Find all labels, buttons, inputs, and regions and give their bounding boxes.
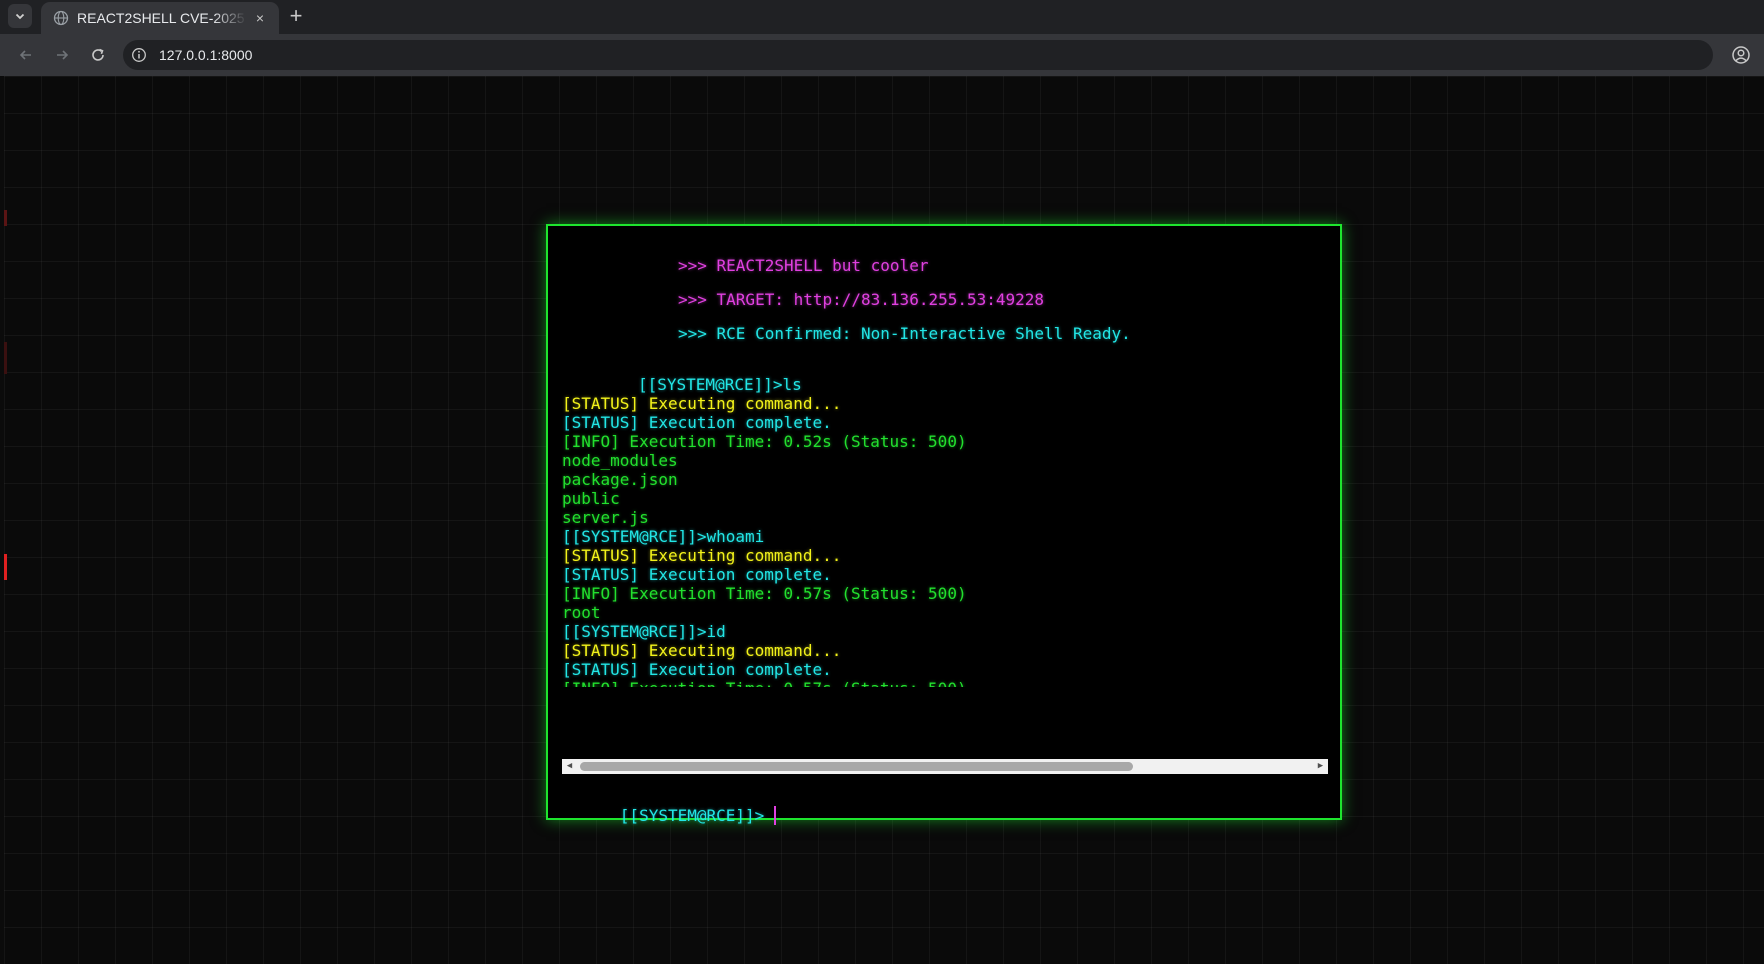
browser-tab[interactable]: REACT2SHELL CVE-2025 × bbox=[41, 2, 279, 34]
scrollbar-thumb[interactable] bbox=[580, 762, 1133, 771]
close-tab-button[interactable]: × bbox=[251, 9, 269, 27]
terminal-line: [[SYSTEM@RCE]]>whoami bbox=[562, 527, 765, 546]
command-input[interactable]: [[SYSTEM@RCE]]> bbox=[562, 783, 777, 825]
terminal-line: public bbox=[562, 489, 620, 508]
terminal-output[interactable]: [[SYSTEM@RCE]]>ls [STATUS] Executing comm… bbox=[562, 375, 1328, 687]
terminal-line: [STATUS] Executing command... bbox=[562, 394, 842, 413]
banner-line: >>> TARGET: http://83.136.255.53:49228 bbox=[678, 290, 1044, 309]
terminal-line: node_modules bbox=[562, 451, 678, 470]
scroll-left-arrow-icon[interactable]: ◀ bbox=[562, 759, 577, 774]
terminal-line: [STATUS] Executing command... bbox=[562, 641, 842, 660]
tab-search-button[interactable] bbox=[8, 4, 32, 28]
account-icon[interactable] bbox=[1731, 43, 1751, 67]
edge-marker bbox=[4, 210, 7, 226]
browser-toolbar: 127.0.0.1:8000 bbox=[0, 34, 1764, 76]
globe-icon bbox=[53, 10, 69, 26]
terminal-line: [STATUS] Execution complete. bbox=[562, 660, 832, 679]
terminal-line: [INFO] Execution Time: 0.57s (Status: 50… bbox=[562, 584, 967, 603]
edge-marker bbox=[4, 554, 7, 580]
terminal-line: [STATUS] Execution complete. bbox=[562, 565, 832, 584]
reload-icon bbox=[92, 48, 104, 61]
terminal-line: [STATUS] Execution complete. bbox=[562, 413, 832, 432]
terminal-line: [[SYSTEM@RCE]]>ls bbox=[638, 375, 802, 394]
terminal-line: root bbox=[562, 603, 601, 622]
terminal-line: server.js bbox=[562, 508, 649, 527]
banner-text: >>> REACT2SHELL but cooler bbox=[678, 256, 929, 275]
edge-marker bbox=[4, 342, 7, 374]
input-prompt: [[SYSTEM@RCE]]> bbox=[619, 806, 765, 825]
text-caret bbox=[774, 806, 777, 825]
tab-strip: REACT2SHELL CVE-2025 × + bbox=[0, 0, 1764, 34]
terminal-line: package.json bbox=[562, 470, 678, 489]
banner-line: >>> RCE Confirmed: Non-Interactive Shell… bbox=[678, 324, 1131, 343]
terminal-line: [STATUS] Executing command... bbox=[562, 546, 842, 565]
new-tab-button[interactable]: + bbox=[284, 5, 308, 29]
arrow-left-icon bbox=[19, 50, 31, 60]
info-icon[interactable] bbox=[131, 47, 147, 63]
tab-title: REACT2SHELL CVE-2025 bbox=[77, 10, 245, 26]
arrow-right-icon bbox=[57, 50, 69, 60]
chevron-down-icon bbox=[15, 13, 25, 20]
terminal-line: [INFO] Execution Time: 0.57s (Status: 50… bbox=[562, 679, 1328, 687]
scroll-right-arrow-icon[interactable]: ▶ bbox=[1313, 759, 1328, 774]
banner-text: >>> TARGET: http://83.136.255.53:49228 bbox=[678, 290, 1045, 309]
url-text[interactable]: 127.0.0.1:8000 bbox=[159, 47, 252, 63]
banner-line: >>> REACT2SHELL but cooler bbox=[678, 256, 928, 275]
reload-button[interactable] bbox=[86, 43, 110, 67]
terminal-line: [INFO] Execution Time: 0.52s (Status: 50… bbox=[562, 432, 967, 451]
address-bar[interactable]: 127.0.0.1:8000 bbox=[123, 40, 1713, 70]
page-background: >>> REACT2SHELL but cooler >>> TARGET: h… bbox=[4, 76, 1764, 964]
forward-button[interactable] bbox=[50, 43, 74, 67]
terminal-window[interactable]: >>> REACT2SHELL but cooler >>> TARGET: h… bbox=[546, 224, 1342, 825]
banner-text: >>> RCE Confirmed: Non-Interactive Shell… bbox=[678, 324, 1131, 343]
back-button[interactable] bbox=[14, 43, 38, 67]
terminal-line: [[SYSTEM@RCE]]>id bbox=[562, 622, 726, 641]
horizontal-scrollbar[interactable]: ◀ ▶ bbox=[562, 759, 1328, 774]
